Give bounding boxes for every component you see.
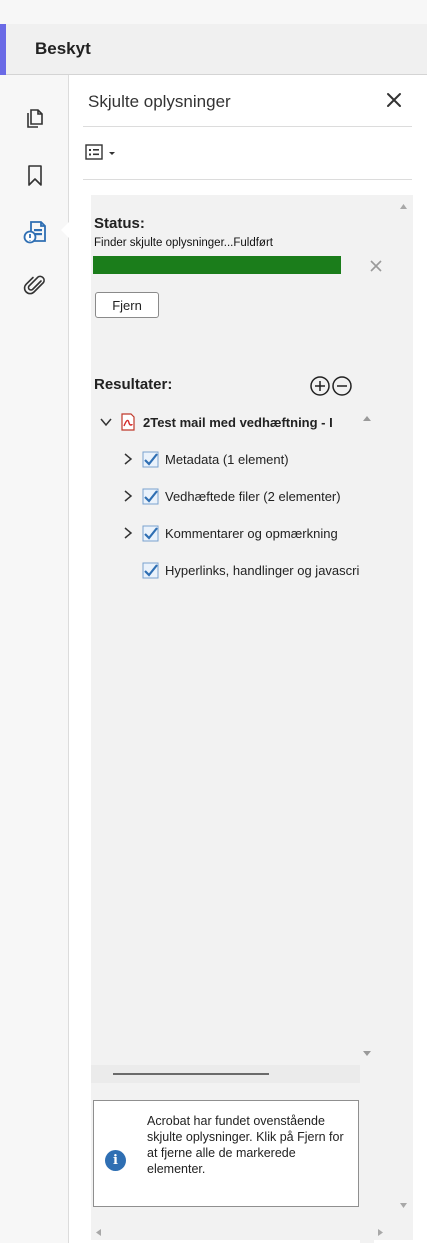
tree-item-hyperlinks[interactable]: Hyperlinks, handlinger og javascript (91, 559, 360, 581)
close-panel-button[interactable] (383, 89, 405, 111)
divider (83, 126, 412, 127)
tree-item-label: Metadata (1 element) (165, 451, 289, 467)
tree-item-metadata[interactable]: Metadata (1 element) (91, 448, 360, 470)
hidden-info-panel: Skjulte oplysninger Status: Finder skjul… (69, 75, 427, 1243)
info-message-box: i Acrobat har fundet ovenstående skjulte… (93, 1100, 359, 1207)
pages-button[interactable] (20, 102, 50, 132)
remove-button[interactable]: Fjern (95, 292, 159, 318)
panel-scrollbar[interactable] (394, 195, 413, 1225)
checkbox-checked-icon[interactable] (141, 450, 159, 468)
redact-button[interactable] (20, 217, 50, 247)
tree-item-label: Kommentarer og opmærkning (165, 525, 338, 541)
tree-item-attachments[interactable]: Vedhæftede filer (2 elementer) (91, 485, 360, 507)
top-strip (0, 0, 427, 24)
collapse-all-button[interactable] (331, 375, 353, 397)
tool-accent-bar (0, 24, 6, 75)
chevron-down-icon[interactable] (99, 415, 113, 429)
panel-title: Skjulte oplysninger (88, 92, 231, 111)
minus-circle-icon (332, 376, 352, 396)
tree-item-comments[interactable]: Kommentarer og opmærkning (91, 522, 360, 544)
tree-horizontal-scrollbar[interactable] (91, 1065, 360, 1083)
results-tree: 2Test mail med vedhæftning - I Metadata … (91, 411, 360, 621)
chevron-right-icon[interactable] (121, 526, 135, 540)
close-icon (370, 260, 382, 272)
tool-title: Beskyt (35, 39, 91, 58)
status-label: Status: (94, 215, 145, 232)
attachments-button[interactable] (20, 270, 50, 300)
divider (83, 179, 412, 180)
info-icon: i (105, 1150, 126, 1171)
tree-item-label: 2Test mail med vedhæftning - I (143, 414, 333, 430)
bookmarks-button[interactable] (20, 161, 50, 191)
pdf-icon (119, 413, 137, 431)
chevron-right-icon[interactable] (121, 452, 135, 466)
paperclip-icon (23, 275, 45, 295)
tree-scrollbar[interactable] (360, 411, 374, 1243)
panel-horizontal-scrollbar[interactable] (91, 1225, 413, 1240)
plus-circle-icon (310, 376, 330, 396)
progress-fill (93, 256, 341, 274)
results-label: Resultater: (94, 376, 173, 393)
expand-all-button[interactable] (309, 375, 331, 397)
bookmark-icon (28, 165, 42, 186)
checkbox-checked-icon[interactable] (141, 524, 159, 542)
chevron-right-icon[interactable] (121, 489, 135, 503)
redact-document-icon (23, 221, 46, 244)
progress-bar (93, 256, 341, 274)
chevron-down-icon (109, 152, 115, 155)
results-content: Status: Finder skjulte oplysninger...Ful… (91, 195, 413, 1243)
cancel-search-button[interactable] (369, 259, 383, 273)
checkbox-checked-icon[interactable] (141, 561, 159, 579)
tree-root-item[interactable]: 2Test mail med vedhæftning - I (91, 411, 360, 433)
tree-item-label: Vedhæftede filer (2 elementer) (165, 488, 341, 504)
close-icon (387, 93, 401, 107)
left-nav-rail (0, 75, 69, 1243)
status-text: Finder skjulte oplysninger...Fuldført (94, 237, 273, 249)
options-menu-button[interactable] (84, 142, 130, 164)
info-message-text: Acrobat har fundet ovenstående skjulte o… (147, 1114, 344, 1176)
tree-item-label: Hyperlinks, handlinger og javascript (165, 562, 360, 578)
top-header: Beskyt (0, 0, 427, 75)
options-menu-icon (85, 144, 103, 160)
checkbox-checked-icon[interactable] (141, 487, 159, 505)
pages-icon (27, 109, 43, 128)
